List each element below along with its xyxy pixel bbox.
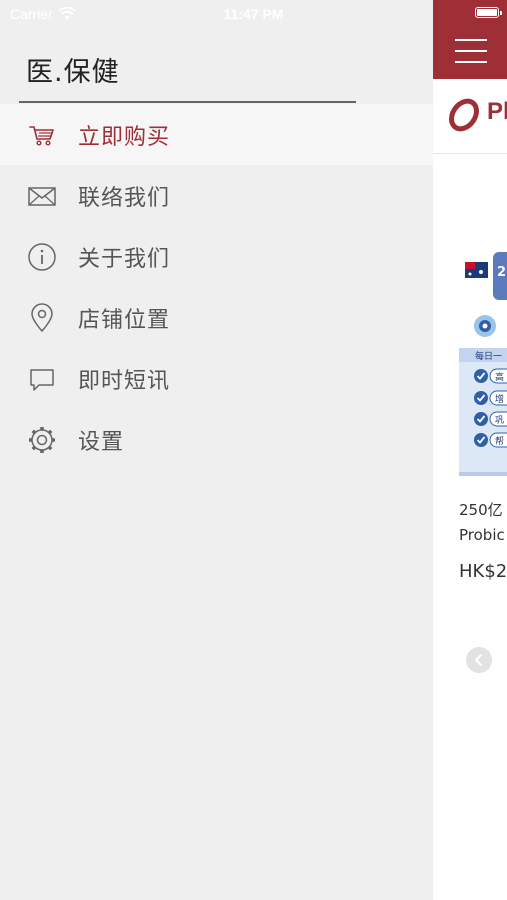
drawer-menu: 立即购买 联络我们 关于我们 店铺位置 即时短讯 设置	[0, 104, 433, 470]
checklist-item: 高	[495, 371, 504, 383]
menu-item-label: 设置	[78, 429, 125, 455]
side-drawer: 医.保健 立即购买 联络我们 关于我们 店铺位置 即时短讯 设置	[0, 0, 433, 900]
product-price: HK$2	[459, 561, 507, 582]
carousel-prev-button[interactable]	[466, 647, 492, 673]
product-badge-number: 2	[497, 265, 506, 280]
menu-item-label: 立即购买	[78, 124, 171, 150]
checklist-item: 帮	[495, 435, 504, 447]
brand-logo-text: Pl	[487, 98, 507, 125]
menu-item-instant-message[interactable]: 即时短讯	[0, 348, 433, 409]
product-image[interactable]: 2 每日一 高 增 巩 帮	[459, 252, 507, 478]
product-panel-heading: 每日一	[475, 350, 502, 362]
menu-item-buy-now[interactable]: 立即购买	[0, 104, 433, 165]
product-name[interactable]: 250亿 Probic	[459, 498, 505, 548]
menu-item-label: 关于我们	[78, 246, 171, 272]
info-icon	[28, 242, 56, 271]
hamburger-menu-icon[interactable]	[455, 39, 487, 63]
drawer-title: 医.保健	[26, 57, 120, 88]
menu-item-about-us[interactable]: 关于我们	[0, 226, 433, 287]
chat-bubble-icon	[30, 368, 54, 391]
status-time: 11:47 PM	[223, 6, 284, 22]
gear-icon	[29, 426, 55, 453]
checklist-item: 巩	[495, 415, 504, 426]
cart-icon	[29, 125, 54, 146]
menu-item-label: 店铺位置	[78, 307, 171, 333]
menu-item-label: 联络我们	[78, 185, 171, 211]
title-divider	[19, 101, 356, 103]
menu-item-store-location[interactable]: 店铺位置	[0, 287, 433, 348]
menu-item-label: 即时短讯	[78, 368, 171, 394]
battery-icon	[475, 7, 502, 18]
main-content-peek[interactable]: Pl 2 每日一 高 增 巩 帮 250亿 Probic HK$2	[433, 0, 507, 900]
location-pin-icon	[31, 302, 53, 332]
menu-item-contact-us[interactable]: 联络我们	[0, 165, 433, 226]
mail-icon	[28, 186, 56, 206]
menu-item-settings[interactable]: 设置	[0, 409, 433, 470]
brand-logo-icon	[449, 98, 479, 132]
status-bar: Carrier 11:47 PM	[0, 0, 507, 28]
checklist-item: 增	[495, 393, 504, 405]
chevron-left-icon	[475, 654, 482, 666]
